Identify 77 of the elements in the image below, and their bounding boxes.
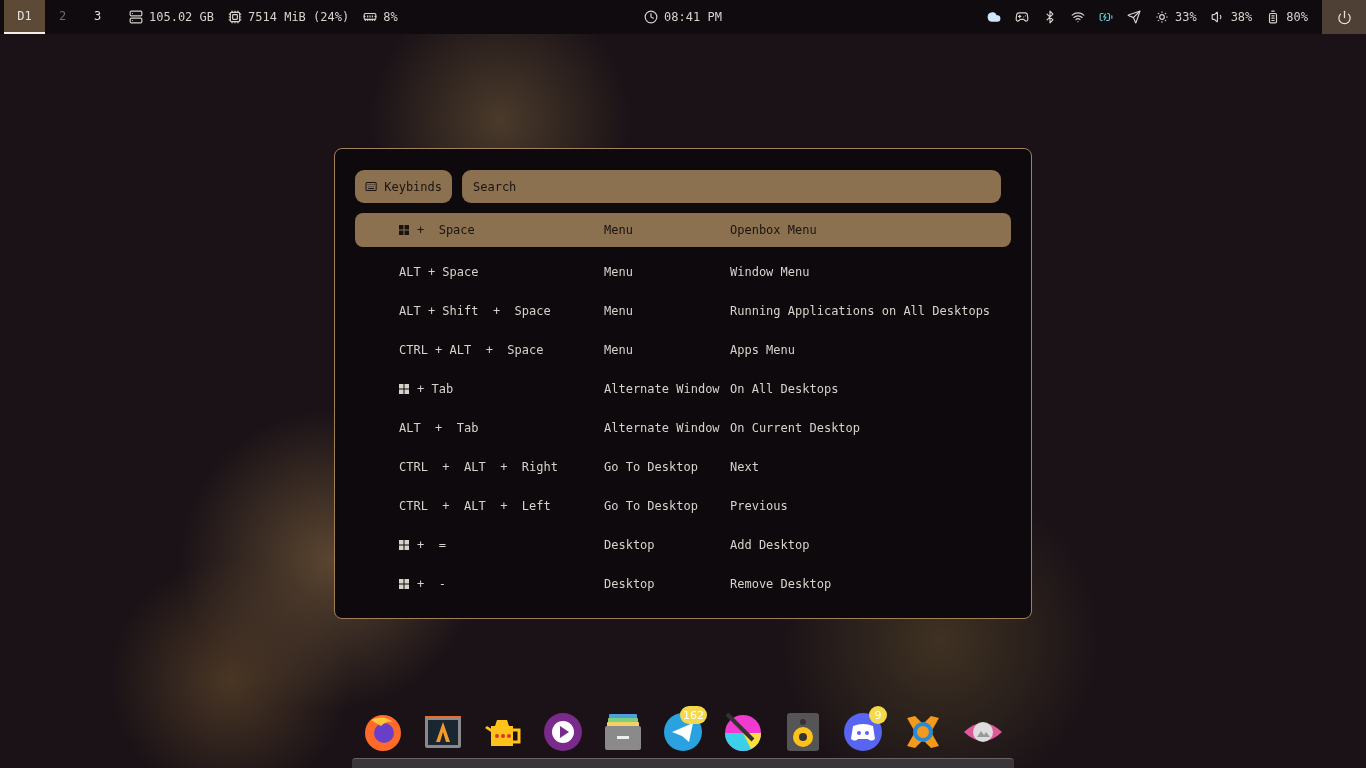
keybind-row[interactable]: + Tab Alternate Window On All Desktops bbox=[355, 369, 1011, 408]
charging-battery-icon[interactable] bbox=[1098, 10, 1113, 24]
workspace-tab[interactable]: D1 bbox=[4, 0, 45, 34]
workspace-tab[interactable]: 3 bbox=[80, 0, 115, 34]
indicator-reading: 33% bbox=[1174, 10, 1197, 24]
disk-icon bbox=[129, 10, 143, 24]
action-text: Alternate Window bbox=[604, 381, 721, 396]
action-text: Go To Desktop bbox=[604, 459, 699, 474]
key-combo: ALT + Space bbox=[399, 264, 479, 279]
keybind-row[interactable]: + Space Menu Openbox Menu bbox=[355, 213, 1011, 247]
notification-badge: 162 bbox=[680, 706, 707, 724]
keybind-row[interactable]: CTRL + ALT + Space Menu Apps Menu bbox=[355, 330, 1011, 369]
description-text: On All Desktops bbox=[730, 381, 840, 396]
key-combo: ALT + Shift + Space bbox=[399, 303, 551, 318]
chip-icon bbox=[228, 10, 243, 24]
dock-item[interactable] bbox=[723, 712, 763, 752]
description-text: Apps Menu bbox=[730, 342, 797, 357]
description-text: Remove Desktop bbox=[730, 576, 833, 591]
cloud-icon[interactable] bbox=[986, 10, 1001, 24]
drawer-icon bbox=[603, 712, 643, 752]
clock-icon bbox=[644, 10, 659, 24]
play-icon bbox=[543, 712, 583, 752]
dock-item[interactable] bbox=[843, 712, 883, 752]
key-combo: ALT + Tab bbox=[399, 420, 479, 435]
keybinds-button[interactable]: Keybinds bbox=[355, 170, 452, 203]
paper-plane-icon[interactable] bbox=[1126, 10, 1141, 24]
indicator-reading: 38% bbox=[1230, 10, 1253, 24]
action-text: Desktop bbox=[604, 537, 656, 552]
key-combo: + - bbox=[417, 576, 446, 591]
indicator-reading: 80% bbox=[1286, 10, 1308, 24]
action-text: Menu bbox=[604, 303, 634, 318]
action-text: Menu bbox=[604, 223, 634, 237]
globe-icon bbox=[363, 712, 403, 752]
brightness-icon bbox=[1154, 10, 1169, 24]
dock-item[interactable] bbox=[543, 712, 583, 752]
paintbrush-icon bbox=[723, 712, 763, 752]
notification-badge: 9 bbox=[869, 706, 887, 724]
power-button[interactable] bbox=[1322, 0, 1366, 34]
stat-reading: 7514 MiB (24%) bbox=[248, 10, 350, 24]
keybind-row[interactable]: ALT + Space Menu Window Menu bbox=[355, 252, 1011, 291]
description-text: Next bbox=[730, 459, 760, 474]
gamepad-icon[interactable] bbox=[1014, 10, 1029, 24]
description-text: Previous bbox=[730, 498, 789, 513]
clock-time: 08:41 PM bbox=[664, 10, 722, 24]
stat-reading: 8% bbox=[383, 10, 398, 24]
description-text: Openbox Menu bbox=[730, 223, 818, 237]
keyboard-icon bbox=[365, 180, 378, 193]
description-text: Add Desktop bbox=[730, 537, 811, 552]
wifi-icon[interactable] bbox=[1070, 10, 1085, 24]
power-icon bbox=[1336, 9, 1352, 25]
keybind-row[interactable]: CTRL + ALT + Right Go To Desktop Next bbox=[355, 447, 1011, 486]
description-text: Running Applications on All Desktops bbox=[730, 303, 992, 318]
key-combo: CTRL + ALT + Space bbox=[399, 342, 544, 357]
key-combo: CTRL + ALT + Left bbox=[399, 498, 551, 513]
stat-reading: 105.02 GB bbox=[149, 10, 215, 24]
keybind-row[interactable]: CTRL + ALT + Left Go To Desktop Previous bbox=[355, 486, 1011, 525]
board-icon bbox=[363, 10, 378, 24]
description-text: On Current Desktop bbox=[730, 420, 862, 435]
workspace-tab[interactable]: 2 bbox=[45, 0, 80, 34]
action-text: Menu bbox=[604, 342, 634, 357]
action-text: Desktop bbox=[604, 576, 656, 591]
keybind-row[interactable]: + - Desktop Remove Desktop bbox=[355, 564, 1011, 603]
dock-item[interactable] bbox=[363, 712, 403, 752]
action-text: Alternate Window bbox=[604, 420, 721, 435]
description-text: Window Menu bbox=[730, 264, 811, 279]
keybind-row[interactable]: ALT + Shift + Space Menu Running Applications on All Desktops bbox=[355, 291, 1011, 330]
key-combo: + Tab bbox=[417, 381, 454, 396]
keybind-row[interactable]: ALT + Tab Alternate Window On Current Desktop bbox=[355, 408, 1011, 447]
key-combo: + Space bbox=[417, 223, 475, 237]
game-controller-icon bbox=[843, 712, 883, 752]
action-text: Go To Desktop bbox=[604, 498, 699, 513]
key-combo: CTRL + ALT + Right bbox=[399, 459, 558, 474]
key-combo: + = bbox=[417, 537, 446, 552]
keybind-row[interactable]: + = Desktop Add Desktop bbox=[355, 525, 1011, 564]
action-text: Menu bbox=[604, 264, 634, 279]
dock-item[interactable] bbox=[603, 712, 643, 752]
search-field[interactable]: Search bbox=[462, 170, 1001, 203]
